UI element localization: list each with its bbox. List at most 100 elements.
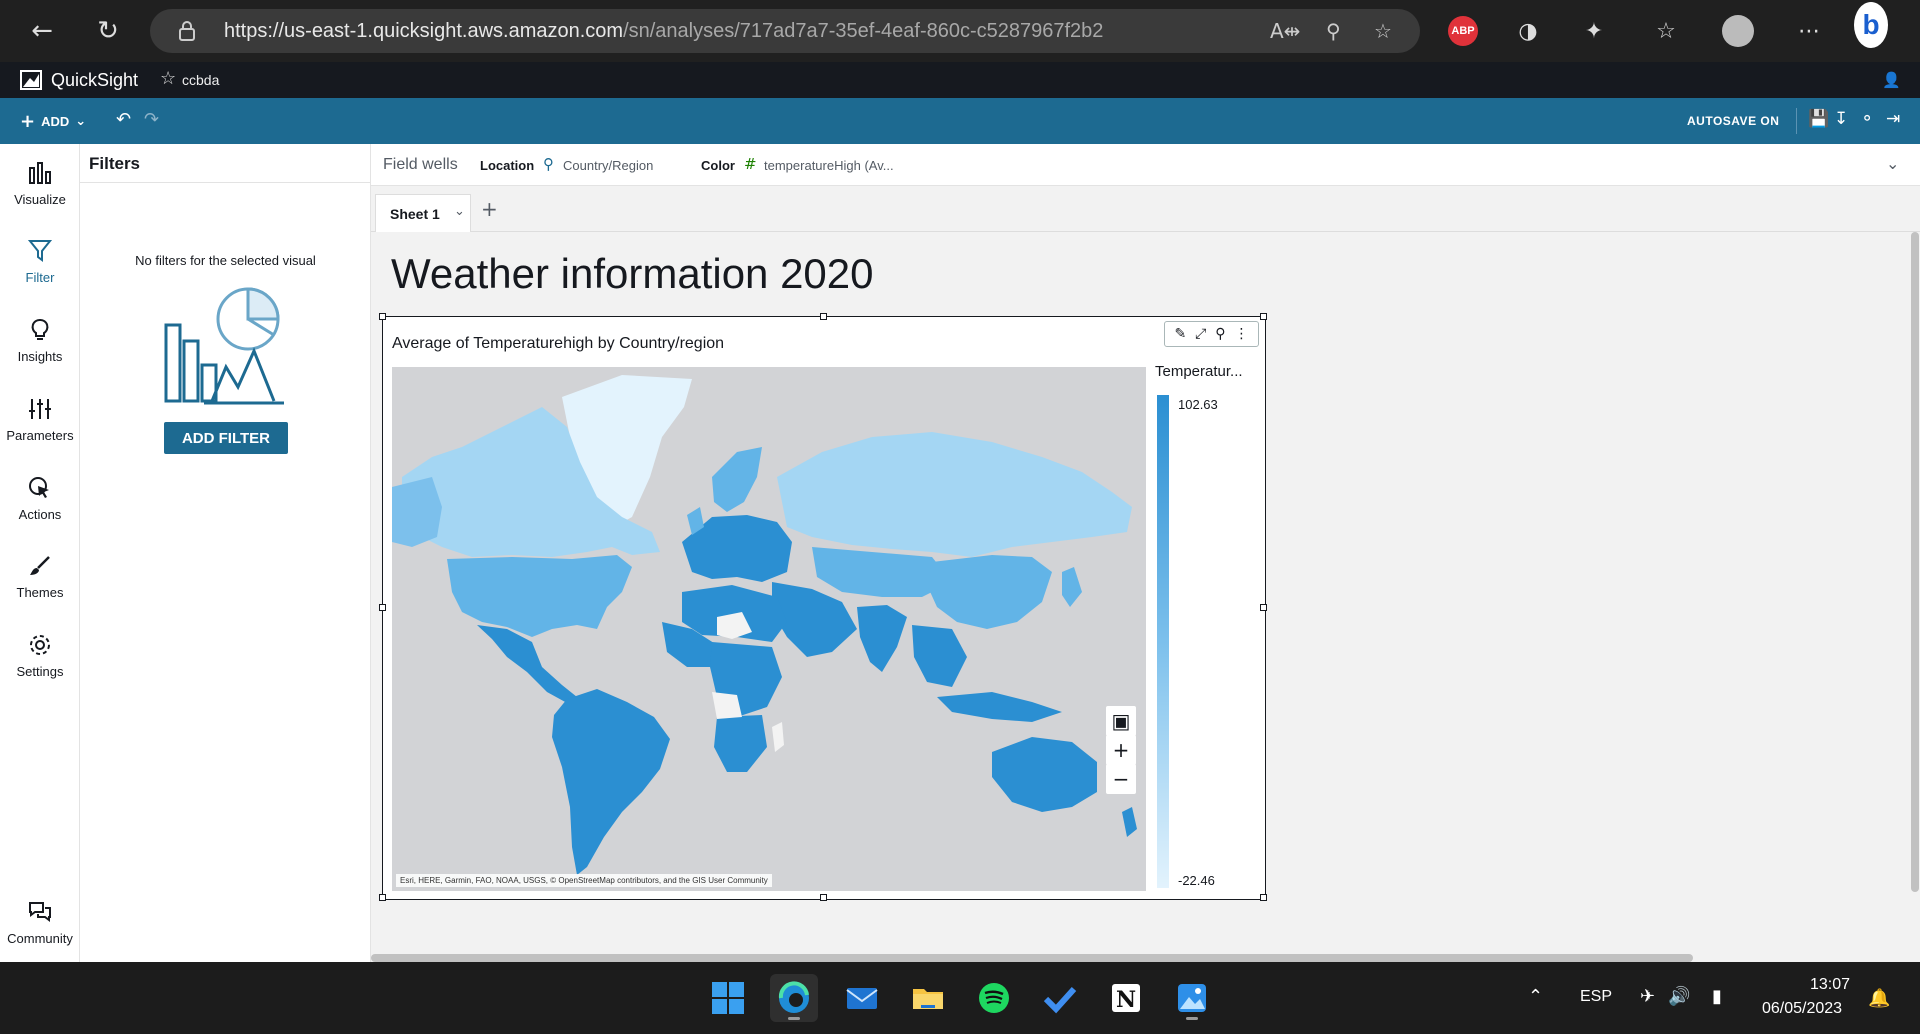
chevron-down-icon[interactable]: ⌄ bbox=[454, 204, 465, 219]
focus-icon: ▣ bbox=[1111, 709, 1131, 733]
field-wells-bar[interactable]: Field wells Location ⚲ Country/Region Co… bbox=[371, 144, 1920, 186]
taskbar-edge[interactable] bbox=[770, 974, 818, 1022]
horizontal-scrollbar[interactable] bbox=[371, 954, 1693, 962]
region-scandinavia bbox=[712, 447, 762, 512]
legend-max-value: 102.63 bbox=[1178, 397, 1218, 412]
clock-date[interactable]: 06/05/2023 bbox=[1762, 1000, 1842, 1018]
lightbulb-icon[interactable]: ⚲ bbox=[1215, 326, 1225, 342]
airplane-mode-icon[interactable]: ✈ bbox=[1640, 986, 1655, 1007]
app-name[interactable]: QuickSight bbox=[51, 70, 138, 91]
tab-label: Sheet 1 bbox=[390, 205, 440, 222]
user-icon[interactable]: 👤 bbox=[1882, 71, 1901, 89]
adblock-icon[interactable]: ABP bbox=[1448, 16, 1478, 46]
page-title[interactable]: Weather information 2020 bbox=[391, 250, 874, 298]
rail-item-insights[interactable]: Insights bbox=[0, 317, 80, 364]
region-southern-africa bbox=[714, 715, 767, 772]
resize-handle[interactable] bbox=[379, 313, 386, 320]
more-vertical-icon[interactable]: ⋮ bbox=[1234, 326, 1248, 342]
fit-width-icon[interactable]: ⇥ bbox=[1886, 109, 1900, 129]
add-sheet-icon[interactable]: + bbox=[481, 197, 498, 221]
map-visual[interactable]: Average of Temperaturehigh by Country/re… bbox=[379, 313, 1267, 901]
photos-icon bbox=[1178, 984, 1206, 1012]
minus-icon: − bbox=[1112, 767, 1130, 791]
undo-icon[interactable]: ↶ bbox=[116, 109, 131, 130]
notifications-icon[interactable]: 🔔 bbox=[1868, 988, 1890, 1009]
bing-icon[interactable]: b bbox=[1854, 2, 1888, 48]
redo-icon[interactable]: ↷ bbox=[144, 109, 159, 130]
resize-handle[interactable] bbox=[1260, 604, 1267, 611]
rail-item-community[interactable]: Community bbox=[0, 899, 80, 946]
resize-handle[interactable] bbox=[820, 313, 827, 320]
svg-text:N: N bbox=[1116, 987, 1136, 1013]
favorite-add-icon[interactable]: ☆ bbox=[1374, 19, 1392, 43]
bar-chart-icon bbox=[29, 162, 51, 184]
rail-item-label: Settings bbox=[16, 664, 64, 679]
location-well-value[interactable]: Country/Region bbox=[563, 158, 653, 173]
gear-icon bbox=[30, 635, 50, 655]
tab-sheet-1[interactable]: Sheet 1 ⌄ bbox=[375, 194, 471, 232]
rail-item-settings[interactable]: Settings bbox=[0, 632, 80, 679]
refresh-icon[interactable]: ↻ bbox=[88, 11, 128, 51]
volume-icon[interactable]: 🔊 bbox=[1668, 986, 1690, 1007]
resize-handle[interactable] bbox=[820, 894, 827, 901]
region-madagascar bbox=[772, 722, 784, 752]
color-well-label: Color bbox=[701, 158, 735, 173]
clock-time[interactable]: 13:07 bbox=[1810, 976, 1850, 994]
more-menu-icon[interactable]: ⋯ bbox=[1792, 14, 1826, 48]
read-aloud-icon[interactable]: A⇹ bbox=[1270, 19, 1300, 43]
battery-icon[interactable]: ▮ bbox=[1712, 986, 1722, 1007]
star-icon[interactable]: ☆ bbox=[160, 68, 176, 89]
url-text: https://us-east-1.quicksight.aws.amazon.… bbox=[224, 20, 1104, 42]
region-china bbox=[927, 555, 1052, 629]
field-wells-label[interactable]: Field wells bbox=[383, 156, 458, 174]
start-button[interactable] bbox=[704, 974, 752, 1022]
back-arrow-icon[interactable]: ← bbox=[22, 11, 62, 51]
export-icon[interactable]: ↧ bbox=[1834, 109, 1848, 129]
taskbar-file-explorer[interactable] bbox=[904, 974, 952, 1022]
taskbar-notion[interactable]: N bbox=[1102, 974, 1150, 1022]
taskbar-photos[interactable] bbox=[1168, 974, 1216, 1022]
rail-item-visualize[interactable]: Visualize bbox=[0, 160, 80, 207]
extensions-puzzle-icon[interactable]: ✦ bbox=[1577, 14, 1611, 48]
chevron-up-icon[interactable]: ⌃ bbox=[1528, 986, 1543, 1007]
taskbar-mail[interactable] bbox=[838, 974, 886, 1022]
resize-handle[interactable] bbox=[1260, 894, 1267, 901]
add-button[interactable]: + ADD ⌄ bbox=[20, 111, 86, 132]
favorites-icon[interactable]: ☆ bbox=[1649, 14, 1683, 48]
share-icon[interactable]: ⚬ bbox=[1860, 109, 1874, 129]
address-bar[interactable]: https://us-east-1.quicksight.aws.amazon.… bbox=[150, 9, 1420, 53]
zoom-out-button[interactable]: − bbox=[1106, 764, 1136, 794]
rail-item-parameters[interactable]: Parameters bbox=[0, 396, 80, 443]
profile-avatar[interactable] bbox=[1722, 15, 1754, 47]
taskbar-spotify[interactable] bbox=[970, 974, 1018, 1022]
input-language[interactable]: ESP bbox=[1580, 988, 1612, 1006]
resize-handle[interactable] bbox=[1260, 313, 1267, 320]
save-icon[interactable]: 💾 bbox=[1808, 109, 1829, 129]
no-filters-message: No filters for the selected visual bbox=[135, 253, 316, 268]
windows-taskbar: N ⌃ ESP ✈ 🔊 ▮ 13:07 06/05/2023 🔔 bbox=[0, 962, 1920, 1034]
vertical-scrollbar[interactable] bbox=[1911, 232, 1919, 892]
visual-title[interactable]: Average of Temperaturehigh by Country/re… bbox=[392, 335, 724, 353]
rail-item-actions[interactable]: Actions bbox=[0, 475, 80, 522]
resize-handle[interactable] bbox=[379, 604, 386, 611]
chevron-down-icon[interactable]: ⌄ bbox=[1886, 154, 1899, 173]
map-attribution: Esri, HERE, Garmin, FAO, NOAA, USGS, © O… bbox=[396, 874, 772, 887]
expand-icon[interactable]: ⤢ bbox=[1195, 326, 1206, 342]
analysis-name[interactable]: ccbda bbox=[182, 72, 219, 88]
pencil-icon[interactable]: ✎ bbox=[1174, 326, 1186, 342]
map-reset-view-button[interactable]: ▣ bbox=[1106, 706, 1136, 736]
region-japan bbox=[1062, 567, 1082, 607]
legend-color-scale bbox=[1157, 395, 1169, 888]
autosave-toggle[interactable]: AUTOSAVE ON bbox=[1687, 114, 1779, 128]
rail-item-filter[interactable]: Filter bbox=[0, 238, 80, 285]
extension-icon[interactable]: ◑ bbox=[1511, 14, 1545, 48]
world-map[interactable]: Esri, HERE, Garmin, FAO, NOAA, USGS, © O… bbox=[392, 367, 1146, 891]
rail-item-themes[interactable]: Themes bbox=[0, 553, 80, 600]
add-filter-button[interactable]: ADD FILTER bbox=[164, 422, 288, 454]
taskbar-todo[interactable] bbox=[1036, 974, 1084, 1022]
color-well-value[interactable]: temperatureHigh (Av... bbox=[764, 158, 894, 173]
resize-handle[interactable] bbox=[379, 894, 386, 901]
zoom-icon[interactable]: ⚲ bbox=[1326, 19, 1341, 43]
zoom-in-button[interactable]: + bbox=[1106, 735, 1136, 765]
region-mexico bbox=[477, 625, 577, 703]
